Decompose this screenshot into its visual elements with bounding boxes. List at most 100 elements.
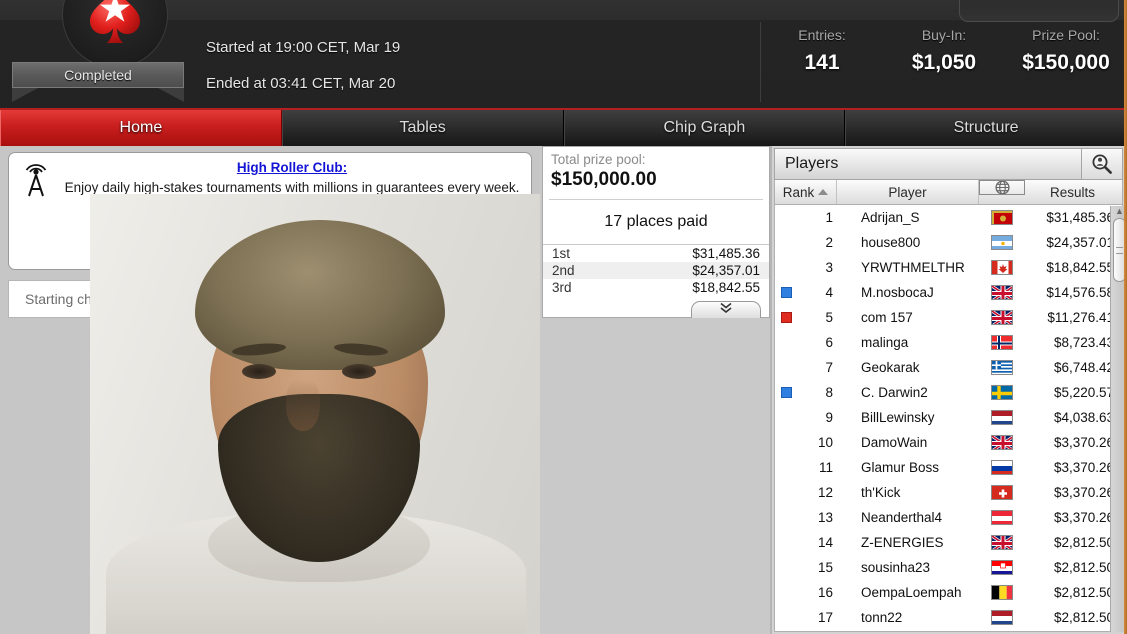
flag-icon-united-kingdom <box>991 535 1013 550</box>
player-country-cell <box>979 210 1025 225</box>
payout-amount: $31,485.36 <box>692 246 760 261</box>
player-row[interactable]: 2 house800 $24,357.01 <box>775 230 1122 255</box>
player-row[interactable]: 6 malinga $8,723.43 <box>775 330 1122 355</box>
player-row[interactable]: 12 th'Kick $3,370.26 <box>775 480 1122 505</box>
ended-time: Ended at 03:41 CET, Mar 20 <box>206 75 396 92</box>
flag-icon-sweden <box>991 385 1013 400</box>
flag-icon-norway <box>991 335 1013 350</box>
player-name: Z-ENERGIES <box>861 535 944 550</box>
player-result: $2,812.50 <box>1053 610 1114 625</box>
player-rank: 13 <box>817 510 833 525</box>
column-header-results-label: Results <box>1049 184 1095 200</box>
player-rank: 4 <box>825 285 833 300</box>
flag-icon-montenegro <box>991 210 1013 225</box>
player-row[interactable]: 16 OempaLoempah $2,812.50 <box>775 580 1122 605</box>
flag-icon-united-kingdom <box>991 310 1013 325</box>
player-row[interactable]: 14 Z-ENERGIES $2,812.50 <box>775 530 1122 555</box>
tab-tables[interactable]: Tables <box>281 110 564 146</box>
player-name: DamoWain <box>861 435 928 450</box>
player-country-cell <box>979 560 1025 575</box>
column-header-results[interactable]: Results <box>1025 180 1120 204</box>
flag-icon-canada <box>991 260 1013 275</box>
photo-eye-left <box>242 364 276 379</box>
scrollbar-grip <box>1116 247 1123 254</box>
player-mark-cell <box>775 312 797 323</box>
player-result: $24,357.01 <box>1046 235 1114 250</box>
player-row[interactable]: 15 sousinha23 $2,812.50 <box>775 555 1122 580</box>
player-rank: 16 <box>817 585 833 600</box>
player-name: Geokarak <box>861 360 920 375</box>
player-name: Neanderthal4 <box>861 510 943 525</box>
players-column-headers: Rank Player Results <box>774 180 1123 205</box>
stat-entries: Entries: 141 <box>761 24 883 80</box>
player-photo <box>90 194 540 634</box>
ribbon-tail-left <box>12 88 38 102</box>
payout-place: 2nd <box>552 263 575 278</box>
player-mark-cell <box>775 287 797 298</box>
column-header-player-label: Player <box>888 184 927 200</box>
window-control-panel[interactable] <box>959 0 1119 22</box>
player-rank: 6 <box>825 335 833 350</box>
player-row[interactable]: 18′quiditbearFinished <box>775 630 1122 631</box>
player-row[interactable]: 8 C. Darwin2 $5,220.57 <box>775 380 1122 405</box>
player-note-red-icon[interactable] <box>780 312 792 323</box>
flag-icon-belgium <box>991 585 1013 600</box>
player-result: $6,748.42 <box>1053 360 1114 375</box>
player-result: $18,842.55 <box>1046 260 1114 275</box>
player-result: $2,812.50 <box>1053 535 1114 550</box>
column-header-rank[interactable]: Rank <box>775 180 837 204</box>
column-header-country[interactable] <box>979 180 1025 195</box>
tab-chip-graph[interactable]: Chip Graph <box>563 110 846 146</box>
player-result: $2,812.50 <box>1053 560 1114 575</box>
column-header-player[interactable]: Player <box>837 180 979 204</box>
player-note-blue-icon[interactable] <box>780 387 792 398</box>
tournament-stats: Entries: 141 Buy-In: $1,050 Prize Pool: … <box>761 24 1127 80</box>
player-search-button[interactable] <box>1081 148 1123 180</box>
main-tabs: Home Tables Chip Graph Structure <box>0 110 1127 146</box>
player-row[interactable]: 13 Neanderthal4 $3,370.26 <box>775 505 1122 530</box>
player-result: $3,370.26 <box>1053 510 1114 525</box>
prize-pool-expand-button[interactable] <box>691 301 761 318</box>
player-result: $11,276.41 <box>1047 310 1114 325</box>
players-list[interactable]: 1 Adrijan_S $31,485.36 2 house800 $24,357.01 3… <box>774 205 1123 632</box>
player-row[interactable]: 5 com 157 $11,276.41 <box>775 305 1122 330</box>
player-rank: 10 <box>817 435 833 450</box>
player-country-cell <box>979 335 1025 350</box>
player-row[interactable]: 9 BillLewinsky $4,038.63 <box>775 405 1122 430</box>
player-row[interactable]: 17 tonn22 $2,812.50 <box>775 605 1122 630</box>
stat-entries-label: Entries: <box>798 27 846 43</box>
flag-icon-argentina <box>991 235 1013 250</box>
broadcast-antenna-icon <box>25 164 47 197</box>
flag-icon-austria <box>991 510 1013 525</box>
player-result: $14,576.58 <box>1046 285 1114 300</box>
player-name: tonn22 <box>861 610 903 625</box>
player-row[interactable]: 11 Glamur Boss $3,370.26 <box>775 455 1122 480</box>
player-rank: 15 <box>817 560 833 575</box>
player-rank: 5 <box>825 310 833 325</box>
player-row[interactable]: 3 YRWTHMELTHR $18,842.55 <box>775 255 1122 280</box>
stat-prizepool-label: Prize Pool: <box>1032 27 1100 43</box>
player-name: malinga <box>861 335 909 350</box>
player-name: M.nosbocaJ <box>861 285 934 300</box>
payout-row: 3rd $18,842.55 <box>543 279 769 296</box>
player-note-blue-icon[interactable] <box>780 287 792 298</box>
player-row[interactable]: 1 Adrijan_S $31,485.36 <box>775 205 1122 230</box>
flag-icon-united-kingdom <box>991 285 1013 300</box>
promo-link[interactable]: High Roller Club: <box>237 160 347 175</box>
player-mark-cell <box>775 387 797 398</box>
tab-structure[interactable]: Structure <box>845 110 1127 146</box>
player-row[interactable]: 7 Geokarak $6,748.42 <box>775 355 1122 380</box>
player-rank: 11 <box>818 460 833 475</box>
player-rank: 1 <box>825 210 833 225</box>
chevron-double-down-icon <box>720 302 732 314</box>
player-row[interactable]: 4 M.nosbocaJ $14,576.58 <box>775 280 1122 305</box>
stat-buyin: Buy-In: $1,050 <box>883 24 1005 80</box>
player-name: YRWTHMELTHR <box>861 260 965 275</box>
player-row[interactable]: 10 DamoWain $3,370.26 <box>775 430 1122 455</box>
started-time: Started at 19:00 CET, Mar 19 <box>206 39 401 56</box>
tab-home[interactable]: Home <box>0 110 282 146</box>
player-country-cell <box>979 410 1025 425</box>
player-country-cell <box>979 235 1025 250</box>
lobby-body: High Roller Club: Enjoy daily high-stake… <box>0 146 1127 634</box>
spade-icon <box>90 0 140 44</box>
